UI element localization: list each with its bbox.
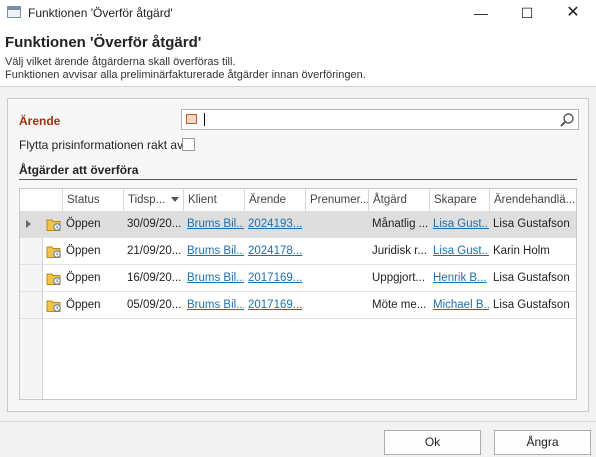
arende-search-field[interactable]	[181, 109, 579, 130]
cell-prenumeration	[305, 292, 368, 318]
cell-atgard: Juridisk r...	[372, 245, 427, 257]
cell-skapare-link[interactable]: Lisa Gust...	[429, 211, 489, 237]
dialog-heading: Funktionen 'Överför åtgärd'	[5, 34, 202, 51]
cell-arende-link[interactable]: 2017169...	[244, 292, 305, 318]
cell-klient-link[interactable]: Brums Bil...	[183, 292, 244, 318]
cell-atgard: Månatlig ...	[372, 218, 429, 230]
cell-status: Öppen	[66, 272, 101, 284]
cell-klient-link[interactable]: Brums Bil...	[183, 238, 244, 264]
cell-status: Öppen	[66, 245, 101, 257]
grid-header: Status Tidsp... Klient Ärende Prenumer..…	[20, 189, 576, 212]
cell-arende-link[interactable]: 2024193...	[244, 211, 305, 237]
sort-descending-icon	[171, 197, 179, 202]
case-icon	[186, 114, 197, 124]
cell-skapare-link[interactable]: Henrik B...	[429, 265, 489, 291]
cell-prenumeration	[305, 211, 368, 237]
text-caret	[204, 113, 205, 126]
section-divider	[19, 179, 577, 180]
cell-tidsp: 16/09/20...	[127, 272, 182, 284]
column-header-arendehandlaggare[interactable]: Ärendehandlä...	[489, 189, 576, 211]
action-folder-icon	[46, 273, 61, 285]
flytta-label: Flytta prisinformationen rakt av	[19, 138, 184, 152]
column-header-atgard[interactable]: Åtgärd	[368, 189, 429, 211]
cell-skapare-link[interactable]: Michael B...	[429, 292, 489, 318]
column-header-klient[interactable]: Klient	[183, 189, 244, 211]
cell-status: Öppen	[66, 218, 101, 230]
cell-arende-link[interactable]: 2024178...	[244, 238, 305, 264]
window-title: Funktionen 'Överför åtgärd'	[28, 6, 173, 20]
cell-arende-link[interactable]: 2017169...	[244, 265, 305, 291]
column-header-skapare[interactable]: Skapare	[429, 189, 489, 211]
window-icon	[7, 6, 21, 18]
actions-grid: Status Tidsp... Klient Ärende Prenumer..…	[19, 188, 577, 400]
table-row[interactable]: Öppen 30/09/20... Brums Bil... 2024193..…	[20, 211, 576, 238]
column-header-tidsp[interactable]: Tidsp...	[123, 189, 183, 211]
cell-atgard: Uppgjort...	[372, 272, 426, 284]
section-title: Åtgärder att överföra	[19, 163, 139, 177]
minimize-button[interactable]: —	[458, 0, 504, 26]
table-row[interactable]: Öppen 21/09/20... Brums Bil... 2024178..…	[20, 238, 576, 265]
maximize-button[interactable]: ☐	[504, 0, 550, 26]
column-header-tidsp-label: Tidsp...	[128, 194, 166, 206]
close-button[interactable]: ✕	[550, 0, 596, 26]
dialog-header: Funktionen 'Överför åtgärd' Välj vilket …	[0, 26, 596, 87]
cell-handlaggare: Lisa Gustafson	[493, 218, 570, 230]
column-header-prenumeration[interactable]: Prenumer...	[305, 189, 368, 211]
cell-skapare-link[interactable]: Lisa Gust...	[429, 238, 489, 264]
title-bar: Funktionen 'Överför åtgärd' — ☐ ✕	[0, 0, 596, 26]
flytta-checkbox[interactable]	[182, 138, 195, 151]
dialog-description-line1: Välj vilket ärende åtgärderna skall över…	[5, 56, 236, 68]
column-header-arende[interactable]: Ärende	[244, 189, 305, 211]
arende-label: Ärende	[19, 114, 61, 128]
ok-button[interactable]: Ok	[384, 430, 481, 455]
cell-prenumeration	[305, 265, 368, 291]
cell-handlaggare: Karin Holm	[493, 245, 550, 257]
column-header-status[interactable]: Status	[62, 189, 123, 211]
cell-prenumeration	[305, 238, 368, 264]
action-folder-icon	[46, 300, 61, 312]
table-row[interactable]: Öppen 05/09/20... Brums Bil... 2017169..…	[20, 292, 576, 319]
cancel-button[interactable]: Ångra	[494, 430, 591, 455]
dialog-description-line2: Funktionen avvisar alla preliminärfaktur…	[5, 69, 366, 81]
dialog-footer: Ok Ångra	[0, 421, 596, 457]
search-icon[interactable]	[559, 112, 575, 128]
cell-tidsp: 30/09/20...	[127, 218, 182, 230]
cell-status: Öppen	[66, 299, 101, 311]
cell-klient-link[interactable]: Brums Bil...	[183, 211, 244, 237]
action-folder-icon	[46, 219, 61, 231]
cell-tidsp: 21/09/20...	[127, 245, 182, 257]
action-folder-icon	[46, 246, 61, 258]
cell-tidsp: 05/09/20...	[127, 299, 182, 311]
cell-handlaggare: Lisa Gustafson	[493, 299, 570, 311]
current-row-indicator-icon	[26, 220, 31, 228]
cell-atgard: Möte me...	[372, 299, 427, 311]
cell-klient-link[interactable]: Brums Bil...	[183, 265, 244, 291]
table-row[interactable]: Öppen 16/09/20... Brums Bil... 2017169..…	[20, 265, 576, 292]
cell-handlaggare: Lisa Gustafson	[493, 272, 570, 284]
